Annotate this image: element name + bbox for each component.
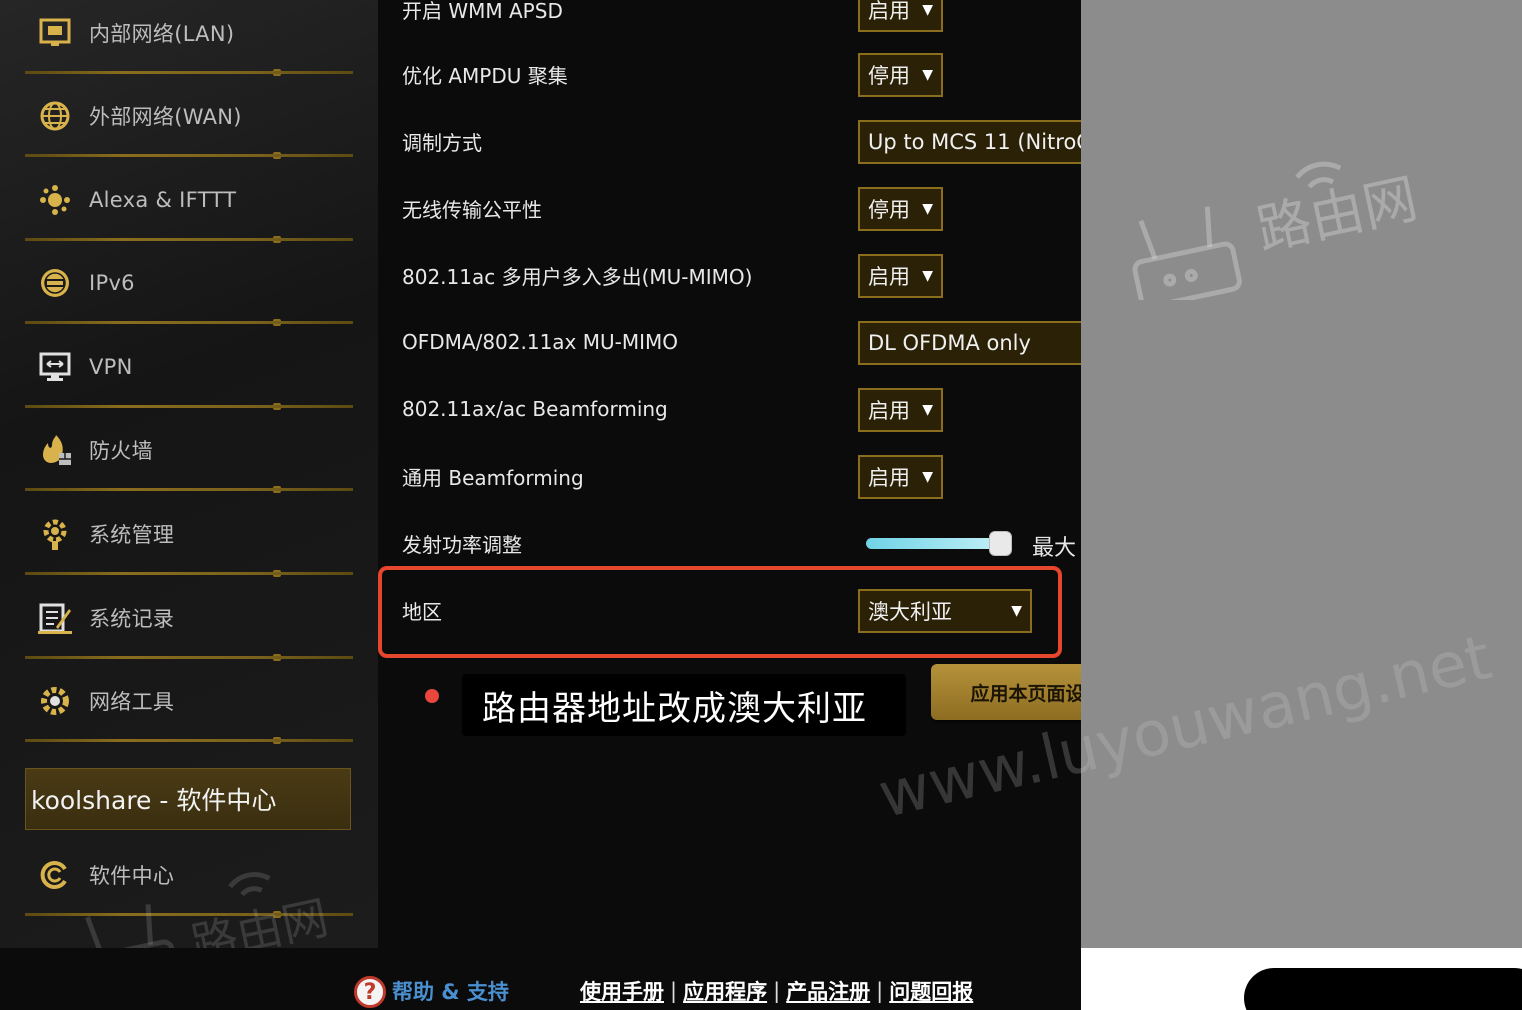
tx-power-value: 最大 xyxy=(1032,536,1077,561)
wmm-apsd-select[interactable]: 启用 ▼ xyxy=(858,0,943,32)
universal-beamforming-select[interactable]: 启用 ▼ xyxy=(858,455,943,499)
software-center-icon xyxy=(37,857,73,893)
setting-row: 调制方式 xyxy=(402,116,482,166)
separator: | xyxy=(876,979,884,1003)
bottom-pill-shape xyxy=(1244,968,1522,1010)
select-value: DL OFDMA only xyxy=(868,331,1031,355)
sidebar-item-label: VPN xyxy=(89,355,133,379)
firewall-icon xyxy=(37,432,73,468)
annotation-caption: 路由器地址改成澳大利亚 xyxy=(462,674,906,736)
chevron-down-icon: ▼ xyxy=(922,402,933,418)
setting-row: 通用 Beamforming xyxy=(402,451,584,501)
footer-link-manual[interactable]: 使用手册 xyxy=(580,976,664,1006)
sidebar-item-label: Alexa & IFTTT xyxy=(89,188,237,212)
mu-mimo-select[interactable]: 启用 ▼ xyxy=(858,254,943,298)
tools-icon xyxy=(37,683,73,719)
setting-row: 开启 WMM APSD xyxy=(402,0,563,34)
chevron-down-icon: ▼ xyxy=(922,201,933,217)
sidebar-item-label: 内部网络(LAN) xyxy=(89,22,235,46)
chevron-down-icon: ▼ xyxy=(922,67,933,83)
setting-row: 无线传输公平性 xyxy=(402,183,542,233)
annotation-bullet xyxy=(425,689,439,703)
setting-label: 优化 AMPDU 聚集 xyxy=(402,63,568,88)
sidebar-item-label: IPv6 xyxy=(89,271,135,295)
globe-icon xyxy=(37,98,73,134)
sidebar-item-label: 防火墙 xyxy=(89,439,153,463)
sidebar-item-log[interactable]: 系统记录 xyxy=(25,577,353,661)
setting-label: 802.11ax/ac Beamforming xyxy=(402,397,668,421)
select-value: 启用 xyxy=(868,0,910,23)
sidebar: 内部网络(LAN) 外部网络(WAN) Alexa & IFTTT IPv6 V… xyxy=(0,0,378,1000)
setting-label: 通用 Beamforming xyxy=(402,465,584,490)
beamforming-select[interactable]: 启用 ▼ xyxy=(858,388,943,432)
chevron-down-icon: ▼ xyxy=(922,2,933,18)
select-value: 启用 xyxy=(868,399,910,423)
sidebar-item-firewall[interactable]: 防火墙 xyxy=(25,409,353,493)
lan-icon xyxy=(37,15,73,51)
select-value: 启用 xyxy=(868,265,910,289)
sidebar-item-wan[interactable]: 外部网络(WAN) xyxy=(25,75,353,159)
setting-row: OFDMA/802.11ax MU-MIMO xyxy=(402,317,678,367)
ampdu-select[interactable]: 停用 ▼ xyxy=(858,53,943,97)
separator: | xyxy=(670,979,678,1003)
sidebar-item-ipv6[interactable]: IPv6 xyxy=(25,242,353,326)
setting-row: 优化 AMPDU 聚集 xyxy=(402,49,568,99)
log-icon xyxy=(37,600,73,636)
setting-row: 802.11ax/ac Beamforming xyxy=(402,384,668,434)
sidebar-item-admin[interactable]: 系统管理 xyxy=(25,493,353,577)
ipv6-icon xyxy=(37,265,73,301)
airtime-fairness-select[interactable]: 停用 ▼ xyxy=(858,187,943,231)
software-center-header: koolshare - 软件中心 xyxy=(25,768,351,830)
footer-link-register[interactable]: 产品注册 xyxy=(786,976,870,1006)
footer-link-apps[interactable]: 应用程序 xyxy=(683,976,767,1006)
sidebar-item-label: 系统管理 xyxy=(89,523,175,547)
sidebar-item-label: 系统记录 xyxy=(89,607,175,631)
help-icon[interactable]: ? xyxy=(354,976,386,1008)
setting-label: OFDMA/802.11ax MU-MIMO xyxy=(402,330,679,354)
select-value: 启用 xyxy=(868,466,910,490)
select-value: 停用 xyxy=(868,64,910,88)
setting-label: 802.11ac 多用户多入多出(MU-MIMO) xyxy=(402,264,753,289)
setting-label: 无线传输公平性 xyxy=(402,197,542,222)
gear-icon xyxy=(37,516,73,552)
select-value: 停用 xyxy=(868,198,910,222)
footer-links: 使用手册 | 应用程序 | 产品注册 | 问题回报 xyxy=(580,976,973,1006)
help-support-link[interactable]: 帮助 & 支持 xyxy=(392,976,509,1006)
right-gray-area xyxy=(1081,0,1522,948)
sidebar-item-lan[interactable]: 内部网络(LAN) xyxy=(25,0,353,76)
tx-power-slider-handle[interactable] xyxy=(989,531,1012,556)
chevron-down-icon: ▼ xyxy=(922,268,933,284)
sidebar-item-vpn[interactable]: VPN xyxy=(25,326,353,410)
setting-label: 调制方式 xyxy=(402,130,482,155)
setting-row: 802.11ac 多用户多入多出(MU-MIMO) xyxy=(402,250,752,300)
sidebar-item-alexa[interactable]: Alexa & IFTTT xyxy=(25,159,353,243)
sidebar-item-tools[interactable]: 网络工具 xyxy=(25,660,353,744)
sidebar-item-label: 网络工具 xyxy=(89,690,175,714)
chevron-down-icon: ▼ xyxy=(922,469,933,485)
vpn-icon xyxy=(37,349,73,385)
region-highlight-box xyxy=(378,566,1062,658)
separator: | xyxy=(773,979,781,1003)
setting-label: 开启 WMM APSD xyxy=(402,0,563,23)
setting-label: 发射功率调整 xyxy=(402,532,522,557)
setting-row: 发射功率调整 xyxy=(402,518,522,568)
footer-link-feedback[interactable]: 问题回报 xyxy=(889,976,973,1006)
alexa-icon xyxy=(37,182,73,218)
sidebar-item-label: 外部网络(WAN) xyxy=(89,105,242,129)
